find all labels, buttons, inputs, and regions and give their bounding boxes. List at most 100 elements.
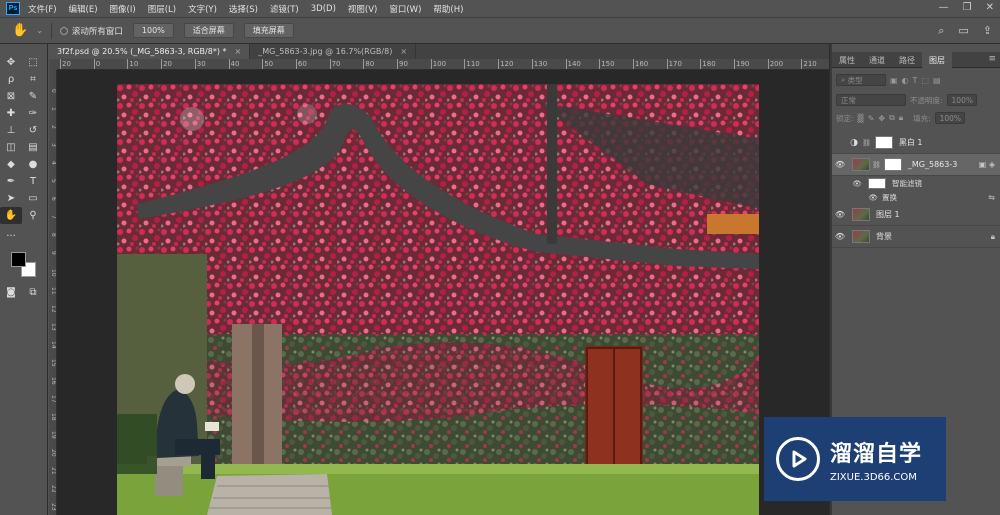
history-brush-icon[interactable]: ↺ xyxy=(22,122,44,139)
brush-tool-icon[interactable]: ✑ xyxy=(22,105,44,122)
frame-tool-icon[interactable]: ⊠ xyxy=(0,88,22,105)
path-select-icon[interactable]: ➤ xyxy=(0,190,22,207)
menu-window[interactable]: 窗口(W) xyxy=(389,3,421,15)
smart-filters-row[interactable]: 👁︎ 智能滤镜 xyxy=(832,176,1000,190)
fill-screen-button[interactable]: 填充屏幕 xyxy=(243,23,294,38)
lock-move-icon[interactable]: ✥ xyxy=(878,114,885,123)
ruler-tick-label: 12 xyxy=(50,305,57,313)
menu-image[interactable]: 图像(I) xyxy=(110,3,136,15)
fit-screen-button[interactable]: 适合屏幕 xyxy=(183,23,234,38)
play-logo-icon xyxy=(776,437,820,481)
minimize-icon[interactable]: — xyxy=(939,2,949,13)
blend-mode-select[interactable]: 正常 xyxy=(836,94,906,106)
close-icon[interactable]: × xyxy=(400,47,407,56)
opacity-input[interactable]: 100% xyxy=(946,94,977,106)
menu-layer[interactable]: 图层(L) xyxy=(148,3,176,15)
eye-icon[interactable]: 👁︎ xyxy=(832,160,848,169)
lasso-tool-icon[interactable]: ρ xyxy=(0,71,22,88)
layer-row-layer1[interactable]: 👁︎ 图层 1 xyxy=(832,204,1000,226)
chevron-down-icon[interactable]: ⌄ xyxy=(36,26,43,35)
hand-tool-icon[interactable]: ✋ xyxy=(12,23,28,38)
rectangle-tool-icon[interactable]: ▭ xyxy=(22,190,44,207)
smart-filter-icon[interactable]: ▤ xyxy=(933,76,941,85)
eye-icon[interactable]: 👁︎ xyxy=(832,179,862,188)
type-tool-icon[interactable]: T xyxy=(22,173,44,190)
more-tools-icon[interactable]: ··· xyxy=(0,228,22,245)
eraser-tool-icon[interactable]: ◫ xyxy=(0,139,22,156)
type-filter-icon[interactable]: T xyxy=(913,76,918,85)
menu-help[interactable]: 帮助(H) xyxy=(433,3,463,15)
tab-paths[interactable]: 路径 xyxy=(892,52,922,68)
displace-filter-row[interactable]: 👁︎ 置换 ⇋ xyxy=(832,190,1000,204)
lock-pixels-icon[interactable]: ▒ xyxy=(858,114,864,123)
workspace-icon[interactable]: ▭ xyxy=(958,24,968,38)
menu-view[interactable]: 视图(V) xyxy=(348,3,377,15)
stamp-tool-icon[interactable]: ⊥ xyxy=(0,122,22,139)
gradient-tool-icon[interactable]: ▤ xyxy=(22,139,44,156)
eye-icon[interactable]: 👁︎ xyxy=(832,232,848,241)
close-icon[interactable]: × xyxy=(234,47,241,56)
menu-edit[interactable]: 编辑(E) xyxy=(69,3,98,15)
menu-select[interactable]: 选择(S) xyxy=(229,3,258,15)
tab-layers[interactable]: 图层 xyxy=(922,52,952,68)
ruler-tick xyxy=(397,59,398,69)
menu-3d[interactable]: 3D(D) xyxy=(311,4,336,14)
horizontal-ruler[interactable]: 20 0 10 20 30 40 50 60 70 80 90 100 110 120 130 140 150 1… xyxy=(57,59,829,70)
tab-properties[interactable]: 属性 xyxy=(832,52,862,68)
adjust-filter-icon[interactable]: ◐ xyxy=(902,76,909,85)
pen-tool-icon[interactable]: ✒ xyxy=(0,173,22,190)
layer-mask-thumbnail xyxy=(883,158,902,171)
lock-all-icon[interactable]: 🔒︎ xyxy=(899,113,903,123)
menu-type[interactable]: 文字(Y) xyxy=(188,3,217,15)
lock-paint-icon[interactable]: ✎ xyxy=(868,114,875,123)
restore-icon[interactable]: ❐ xyxy=(963,2,972,13)
link-icon: ⛓︎ xyxy=(862,138,871,147)
menu-filter[interactable]: 滤镜(T) xyxy=(270,3,299,15)
eye-icon[interactable]: 👁︎ xyxy=(832,193,878,202)
ruler-tick xyxy=(666,59,668,69)
move-tool-icon[interactable]: ✥ xyxy=(0,54,22,71)
share-icon[interactable]: ⇪ xyxy=(983,24,992,38)
crop-tool-icon[interactable]: ⌗ xyxy=(22,71,44,88)
filter-options-icon[interactable]: ⇋ xyxy=(988,193,995,202)
close-icon[interactable]: ✕ xyxy=(986,2,994,13)
lock-artboard-icon[interactable]: ⧉ xyxy=(889,113,895,123)
canvas-area[interactable] xyxy=(57,70,829,515)
watermark-title: 溜溜自学 xyxy=(830,441,923,467)
search-icon[interactable]: ⌕ xyxy=(938,24,944,38)
layer-filter-select[interactable]: ⌕ 类型 xyxy=(836,74,886,86)
shape-filter-icon[interactable]: ⬚ xyxy=(921,76,929,85)
ruler-tick-label: 22 xyxy=(50,485,57,493)
blur-tool-icon[interactable]: ◆ xyxy=(0,156,22,173)
layer-name: 背景 xyxy=(876,232,892,241)
eye-icon[interactable]: 👁︎ xyxy=(832,210,848,219)
layer-row-bw[interactable]: ◑ ⛓︎ 黑白 1 xyxy=(832,132,1000,154)
tab-channels[interactable]: 通道 xyxy=(862,52,892,68)
foreground-color-swatch[interactable] xyxy=(11,252,26,267)
marquee-tool-icon[interactable]: ⬚ xyxy=(22,54,44,71)
tab-jpg[interactable]: _MG_5863-3.jpg @ 16.7%(RGB/8) × xyxy=(250,44,417,59)
blossom-house-photo xyxy=(117,84,759,515)
dodge-tool-icon[interactable]: ● xyxy=(22,156,44,173)
zoom-100-button[interactable]: 100% xyxy=(132,23,174,38)
zoom-tool-icon[interactable]: ⚲ xyxy=(22,207,44,224)
panel-menu-icon[interactable]: ≡ xyxy=(988,54,996,64)
healing-brush-icon[interactable]: ✚ xyxy=(0,105,22,122)
ruler-tick xyxy=(632,59,634,69)
fill-input[interactable]: 100% xyxy=(934,112,965,124)
scroll-all-checkbox[interactable] xyxy=(59,26,68,35)
screen-mode-icon[interactable]: ⧉ xyxy=(22,284,44,301)
eyedropper-tool-icon[interactable]: ✎ xyxy=(22,88,44,105)
ruler-tick xyxy=(498,59,500,69)
vertical-ruler[interactable]: 0123456789101112131415161718192021222324 xyxy=(49,59,57,515)
pixel-filter-icon[interactable]: ▣ xyxy=(890,76,898,85)
hand-tool-icon[interactable]: ✋ xyxy=(0,207,22,224)
tab-psd[interactable]: 3f2f.psd @ 20.5% (_MG_5863-3, RGB/8*) * … xyxy=(49,44,251,59)
layer-row-background[interactable]: 👁︎ 背景 🔒︎ xyxy=(832,226,1000,248)
menu-file[interactable]: 文件(F) xyxy=(28,3,57,15)
ruler-tick-label: 8 xyxy=(50,233,57,237)
quick-mask-icon[interactable]: ◙ xyxy=(0,284,22,301)
tools-panel: ✥ ⬚ ρ ⌗ ⊠ ✎ ✚ ✑ ⊥ ↺ ◫ ▤ ◆ ● ✒ T ➤ ▭ ✋ ⚲ ··· ◙ ⧉ xyxy=(0,44,48,515)
options-bar: ✋ ⌄ 滚动所有窗口 100% 适合屏幕 填充屏幕 ⌕ ▭ ⇪ xyxy=(0,17,1000,44)
layer-row-mg5863[interactable]: 👁︎ ⛓︎ _MG_5863-3 ▣ ◈ xyxy=(832,154,1000,176)
